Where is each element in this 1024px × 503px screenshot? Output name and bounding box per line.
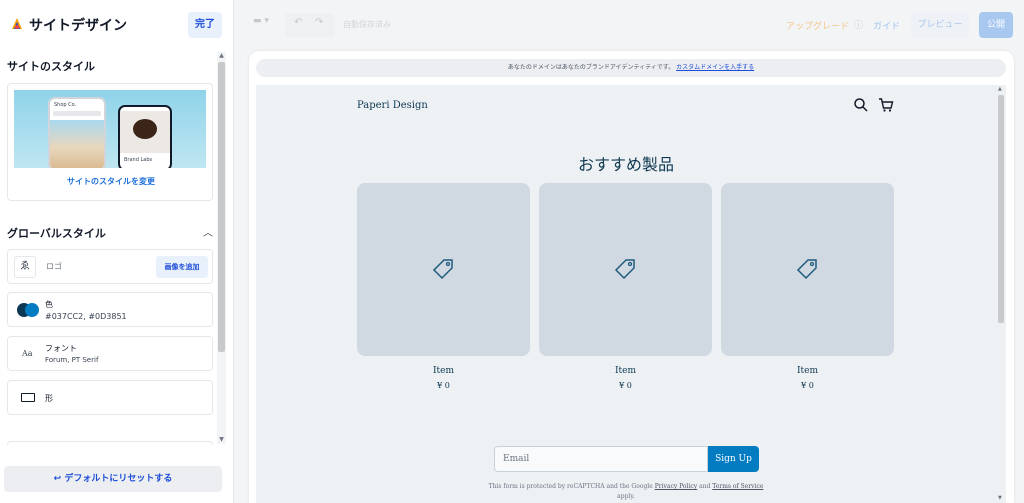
add-image-button[interactable]: 画像を追加 [156, 256, 208, 278]
recaptcha-and: and [699, 483, 711, 490]
autosave-status: 自動保存済み [343, 20, 391, 29]
search-icon[interactable] [853, 97, 869, 113]
product-card[interactable] [539, 183, 712, 356]
phone-mockup-image [50, 120, 104, 168]
guide-link[interactable]: ガイド [873, 19, 900, 32]
get-custom-domain-link[interactable]: カスタムドメインを入手する [676, 64, 754, 71]
scroll-up-icon[interactable]: ▲ [217, 52, 226, 60]
chevron-down-icon: ▾ [264, 16, 269, 26]
panel-header: サイトデザイン 完了 [0, 0, 234, 50]
panel-scrollbar[interactable]: ▲ ▼ [217, 52, 226, 444]
product-price: ¥ 0 [619, 381, 632, 390]
undo-redo-group: ↶ ↷ [285, 13, 335, 37]
terms-of-service-link[interactable]: Terms of Service [712, 483, 763, 490]
color-style-row[interactable]: 色 #037CC2, #0D3851 [7, 292, 213, 327]
scroll-down-icon[interactable]: ▼ [217, 436, 226, 444]
preview-button[interactable]: プレビュー [911, 12, 969, 38]
device-selector[interactable]: ▬ ▾ [253, 16, 269, 26]
product-name[interactable]: Item [357, 366, 530, 376]
price-tag-icon [432, 259, 453, 280]
newsletter-email-input[interactable]: Email [494, 446, 708, 472]
phone-mockup-shop-label: Shop Co. [54, 102, 77, 108]
shape-style-row[interactable]: 形 [7, 380, 213, 415]
scrollbar-thumb[interactable] [998, 95, 1004, 323]
product-price: ¥ 0 [801, 381, 814, 390]
site-style-card[interactable]: Shop Co. Brand Labs サイトのスタイルを変更 [7, 83, 213, 201]
logo-icon: ゑ [14, 256, 36, 278]
coffee-cup-image [133, 119, 157, 139]
privacy-policy-link[interactable]: Privacy Policy [655, 483, 697, 490]
rectangle-icon [21, 393, 35, 402]
phone-mockup-brand-label: Brand Labs [124, 157, 153, 163]
paint-palette-icon [12, 18, 22, 29]
product-price: ¥ 0 [437, 381, 450, 390]
next-style-row[interactable] [7, 441, 213, 445]
recaptcha-notice: This form is protected by reCAPTCHA and … [256, 482, 996, 502]
product-card[interactable] [357, 183, 530, 356]
monitor-icon: ▬ [253, 16, 262, 26]
redo-icon[interactable]: ↷ [315, 17, 323, 28]
domain-notice-bar: あなたのドメインはあなたのブランドアイデンティティです。 カスタムドメインを入手… [256, 59, 1006, 77]
reset-label: デフォルトにリセットする [64, 474, 173, 484]
site-name[interactable]: Paperi Design [357, 100, 428, 111]
scroll-up-icon[interactable]: ▲ [998, 86, 1002, 92]
product-name[interactable]: Item [539, 366, 712, 376]
chevron-up-icon[interactable]: ︿ [203, 224, 213, 239]
price-tag-icon [614, 259, 635, 280]
shape-label: 形 [45, 394, 53, 403]
site-preview-frame: あなたのドメインはあなたのブランドアイデンティティです。 カスタムドメインを入手… [249, 51, 1014, 503]
panel-scroll-area: サイトのスタイル Shop Co. Brand Labs サイトのスタイルを変更… [0, 50, 228, 445]
product-card[interactable] [721, 183, 894, 356]
preview-scrollbar[interactable]: ▲ ▼ [996, 85, 1006, 503]
logo-label: ロゴ [46, 262, 62, 271]
done-button[interactable]: 完了 [188, 12, 222, 38]
phone-mockup-shop: Shop Co. [48, 97, 106, 168]
scroll-down-icon[interactable]: ▼ [998, 495, 1002, 501]
font-label: フォント [45, 344, 77, 353]
featured-products-title: おすすめ製品 [577, 155, 674, 174]
site-design-panel: サイトデザイン 完了 サイトのスタイル Shop Co. Brand Labs … [0, 0, 234, 503]
sign-up-button[interactable]: Sign Up [708, 446, 759, 472]
phone-mockup-bar [53, 111, 101, 116]
editor-toolbar: ▬ ▾ ↶ ↷ 自動保存済み アップグレード ⓘ ガイド プレビュー 公開 [235, 0, 1024, 50]
site-style-thumbnail: Shop Co. Brand Labs [14, 90, 206, 168]
color-swatch-primary [25, 303, 39, 317]
recaptcha-text: This form is protected by reCAPTCHA and … [488, 483, 653, 490]
panel-title: サイトデザイン [29, 18, 127, 34]
site-style-heading: サイトのスタイル [7, 60, 95, 73]
color-values: #037CC2, #0D3851 [45, 312, 127, 321]
color-label: 色 [45, 300, 53, 309]
publish-button[interactable]: 公開 [979, 12, 1013, 38]
font-values: Forum, PT Serif [45, 356, 99, 364]
upgrade-link[interactable]: アップグレード [786, 19, 849, 32]
domain-notice-text: あなたのドメインはあなたのブランドアイデンティティです。 [507, 64, 675, 71]
scrollbar-thumb[interactable] [218, 62, 225, 352]
help-icon[interactable]: ⓘ [854, 18, 863, 31]
undo-arrow-icon: ↩ [53, 474, 62, 484]
phone-mockup-brand: Brand Labs [118, 105, 172, 168]
logo-style-row[interactable]: ゑ ロゴ 画像を追加 [7, 249, 213, 284]
font-style-row[interactable]: Aa フォント Forum, PT Serif [7, 336, 213, 371]
global-styles-heading: グローバルスタイル [7, 227, 106, 240]
cart-icon[interactable] [878, 97, 894, 113]
site-preview: Paperi Design おすすめ製品 Item ¥ 0 Item ¥ 0 I… [256, 85, 1006, 503]
undo-icon[interactable]: ↶ [294, 17, 302, 28]
product-name[interactable]: Item [721, 366, 894, 376]
change-site-style-link[interactable]: サイトのスタイルを変更 [8, 176, 212, 187]
recaptcha-apply: apply. [617, 493, 635, 500]
font-icon: Aa [22, 349, 33, 358]
price-tag-icon [796, 259, 817, 280]
reset-to-default-button[interactable]: ↩ デフォルトにリセットする [4, 466, 222, 492]
